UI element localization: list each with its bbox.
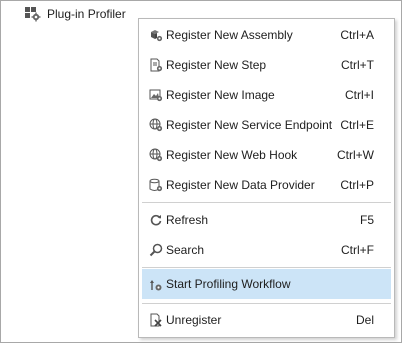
- assembly-icon: [149, 28, 163, 42]
- menu-item-label: Register New Web Hook: [166, 148, 298, 162]
- menu-item-label: Refresh: [166, 213, 209, 227]
- menu-item-shortcut: Ctrl+W: [337, 148, 374, 162]
- menu-item-label: Register New Assembly: [166, 28, 293, 42]
- menu-item-refresh[interactable]: Refresh F5: [142, 205, 391, 235]
- tree-node-label: Plug-in Profiler: [47, 7, 126, 21]
- tree-node-plugin-profiler[interactable]: Plug-in Profiler: [24, 5, 126, 23]
- menu-item-label: Register New Service Endpoint: [166, 118, 333, 132]
- step-icon: [149, 58, 163, 72]
- menu-item-register-new-service-endpoint[interactable]: Register New Service Endpoint Ctrl+E: [142, 110, 391, 140]
- menu-item-shortcut: Ctrl+F: [341, 243, 374, 257]
- menu-separator: [142, 303, 391, 304]
- service-endpoint-icon: [149, 118, 163, 132]
- menu-item-start-profiling-workflow[interactable]: Start Profiling Workflow: [142, 269, 391, 299]
- menu-item-register-new-assembly[interactable]: Register New Assembly Ctrl+A: [142, 20, 391, 50]
- menu-item-search[interactable]: Search Ctrl+F: [142, 235, 391, 265]
- menu-item-register-new-web-hook[interactable]: Register New Web Hook Ctrl+W: [142, 140, 391, 170]
- menu-item-shortcut: Ctrl+E: [340, 118, 374, 132]
- refresh-icon: [149, 213, 163, 227]
- menu-item-label: Register New Data Provider: [166, 178, 315, 192]
- context-menu: Register New Assembly Ctrl+A Register Ne…: [138, 18, 395, 338]
- profiling-workflow-icon: [149, 278, 163, 292]
- plugin-profiler-icon: [24, 6, 42, 22]
- menu-separator: [142, 267, 391, 268]
- data-provider-icon: [149, 178, 163, 192]
- menu-item-shortcut: Ctrl+I: [344, 88, 374, 102]
- menu-item-label: Start Profiling Workflow: [166, 277, 291, 291]
- menu-item-register-new-step[interactable]: Register New Step Ctrl+T: [142, 50, 391, 80]
- menu-item-unregister[interactable]: Unregister Del: [142, 305, 391, 335]
- menu-item-register-new-image[interactable]: Register New Image Ctrl+I: [142, 80, 391, 110]
- menu-separator: [142, 202, 391, 203]
- menu-item-shortcut: Ctrl+A: [340, 28, 374, 42]
- image-icon: [149, 88, 163, 102]
- app-window: Plug-in Profiler Register New Assembly C…: [0, 0, 402, 343]
- web-hook-icon: [149, 148, 163, 162]
- menu-item-shortcut: Del: [355, 313, 374, 327]
- unregister-icon: [149, 313, 163, 327]
- menu-item-label: Register New Image: [166, 88, 275, 102]
- menu-item-shortcut: F5: [359, 213, 374, 227]
- menu-item-label: Register New Step: [166, 58, 267, 72]
- menu-item-shortcut: Ctrl+P: [340, 178, 374, 192]
- menu-item-label: Unregister: [166, 313, 222, 327]
- search-icon: [149, 243, 163, 257]
- menu-item-shortcut: Ctrl+T: [341, 58, 374, 72]
- menu-item-register-new-data-provider[interactable]: Register New Data Provider Ctrl+P: [142, 170, 391, 200]
- menu-item-label: Search: [166, 243, 205, 257]
